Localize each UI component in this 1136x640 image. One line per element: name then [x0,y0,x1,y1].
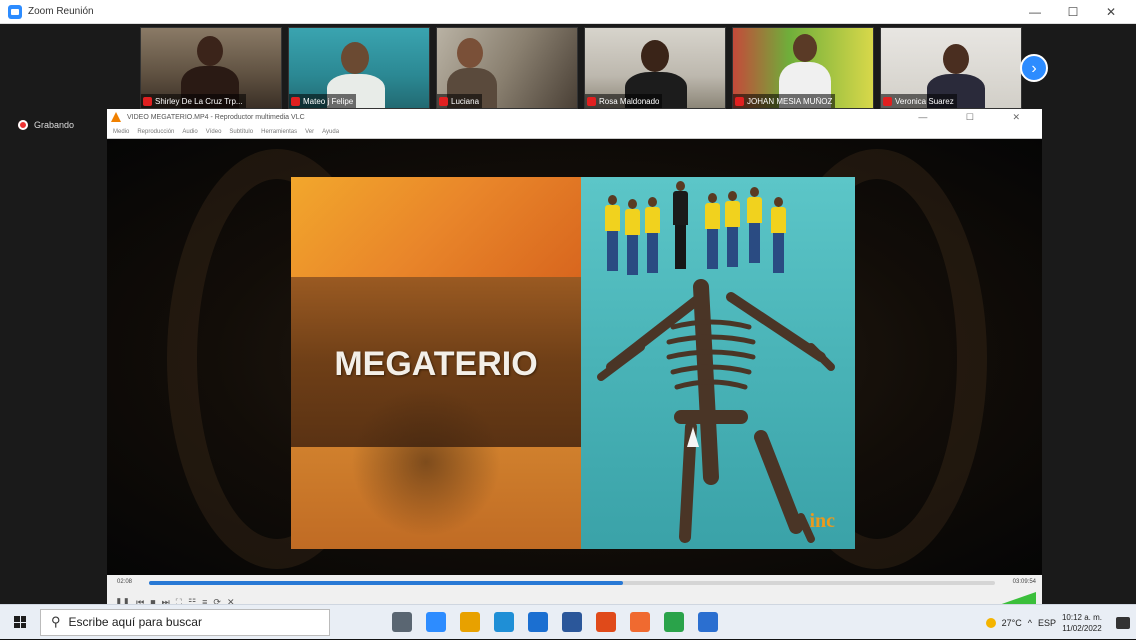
participant-tile[interactable]: JOHAN MESIA MUÑOZ [732,27,874,109]
menu-audio[interactable]: Audio [182,129,197,135]
participant-name-bar: Mateo j Felipe [289,94,357,108]
time-total: 03:09:54 [1012,579,1036,585]
participant-name: Veronica Suarez [895,96,954,106]
participant-tile[interactable]: Veronica Suarez [880,27,1022,109]
menu-ver[interactable]: Ver [305,129,314,135]
menu-medio[interactable]: Medio [113,129,129,135]
vlc-titlebar: VIDEO MEGATERIO.MP4 - Reproductor multim… [107,109,1042,125]
vlc-title: VIDEO MEGATERIO.MP4 - Reproductor multim… [127,113,305,121]
participant-name-bar: Veronica Suarez [881,94,957,108]
participant-name-bar: Rosa Maldonado [585,94,663,108]
recording-indicator[interactable]: Grabando [18,120,74,130]
record-icon [18,120,28,130]
vlc-window-controls[interactable]: — ☐ ✕ [918,109,1038,125]
taskbar-pinned-apps [392,612,718,632]
office-icon[interactable] [596,612,616,632]
participant-name: JOHAN MESIA MUÑOZ [747,96,833,106]
muted-mic-icon [143,96,152,106]
participant-tile[interactable]: Luciana [436,27,578,109]
notifications-icon[interactable] [1116,616,1130,629]
menu-ayuda[interactable]: Ayuda [322,129,339,135]
app-icon[interactable] [698,612,718,632]
windows-logo-icon [14,616,26,628]
video-title-text: MEGATERIO [334,345,538,383]
title-panel: MEGATERIO [291,177,581,549]
zoom-titlebar: Zoom Reunión — ☐ ✕ [0,0,1136,24]
vlc-menubar: Medio Reproducción Audio Vídeo Subtítulo… [107,125,1042,139]
participant-gallery: Shirley De La Cruz Trp... Mateo j Felipe… [140,27,1022,109]
window-title: Zoom Reunión [28,6,94,17]
participant-tile[interactable]: Rosa Maldonado [584,27,726,109]
system-tray: 27°C ^ ESP 10:12 a. m. 11/02/2022 [985,605,1130,640]
muted-mic-icon [439,96,448,106]
weather-icon [985,617,996,628]
participant-tile[interactable]: Mateo j Felipe [288,27,430,109]
clock[interactable]: 10:12 a. m. 11/02/2022 [1062,612,1102,634]
recording-label: Grabando [34,120,75,130]
participant-tile[interactable]: Shirley De La Cruz Trp... [140,27,282,109]
menu-herramientas[interactable]: Herramientas [261,129,297,135]
participant-name-bar: JOHAN MESIA MUÑOZ [733,94,836,108]
time-elapsed: 02:08 [117,579,133,585]
chrome-icon[interactable] [664,612,684,632]
close-button[interactable]: ✕ [1092,0,1130,24]
vlc-cone-icon [111,112,121,122]
muted-mic-icon [883,96,892,106]
firefox-icon[interactable] [630,612,650,632]
search-placeholder: Escribe aquí para buscar [68,615,202,629]
megatherium-skeleton [597,279,835,543]
search-icon: ⚲ [51,614,61,629]
participant-name: Rosa Maldonado [599,96,660,106]
clock-time: 10:12 a. m. [1061,612,1102,622]
zoom-app-icon[interactable] [426,612,446,632]
fossil-shadow [351,387,501,537]
participant-name-bar: Luciana [437,94,483,108]
store-icon[interactable] [528,612,548,632]
weather-temp[interactable]: 27°C [1002,618,1022,628]
word-icon[interactable] [562,612,582,632]
maximize-button[interactable]: ☐ [1054,0,1092,24]
start-button[interactable] [0,605,40,640]
zoom-meeting-area: Shirley De La Cruz Trp... Mateo j Felipe… [0,24,1136,630]
vlc-window: VIDEO MEGATERIO.MP4 - Reproductor multim… [107,109,1042,630]
minimize-button[interactable]: — [1016,0,1054,24]
clock-date: 11/02/2022 [1062,623,1102,633]
gallery-next-button[interactable]: › [1020,54,1048,82]
language-indicator[interactable]: ESP [1038,618,1056,628]
file-explorer-icon[interactable] [460,612,480,632]
taskbar-search[interactable]: ⚲ Escribe aquí para buscar [40,608,330,636]
video-frame[interactable]: MEGATERIO inc [107,139,1042,575]
menu-subtitulo[interactable]: Subtítulo [229,129,253,135]
menu-video[interactable]: Vídeo [206,129,222,135]
task-view-icon[interactable] [392,612,412,632]
zoom-icon [8,4,22,19]
skeleton-photo: inc [581,177,855,549]
muted-mic-icon [735,96,744,106]
seek-progress [149,581,623,585]
participant-name: Shirley De La Cruz Trp... [155,96,243,106]
tray-overflow-icon[interactable]: ^ [1028,618,1032,628]
tv-channel-logo: inc [809,510,835,532]
participant-name-bar: Shirley De La Cruz Trp... [141,94,246,108]
participant-name: Mateo j Felipe [303,96,354,106]
seek-bar[interactable] [149,581,995,585]
window-controls: — ☐ ✕ [1016,0,1130,24]
edge-icon[interactable] [494,612,514,632]
menu-reproduccion[interactable]: Reproducción [137,129,174,135]
windows-taskbar: ⚲ Escribe aquí para buscar 27°C ^ ESP 10… [0,604,1136,639]
muted-mic-icon [587,96,596,106]
participant-name: Luciana [451,96,480,106]
muted-mic-icon [291,96,300,106]
